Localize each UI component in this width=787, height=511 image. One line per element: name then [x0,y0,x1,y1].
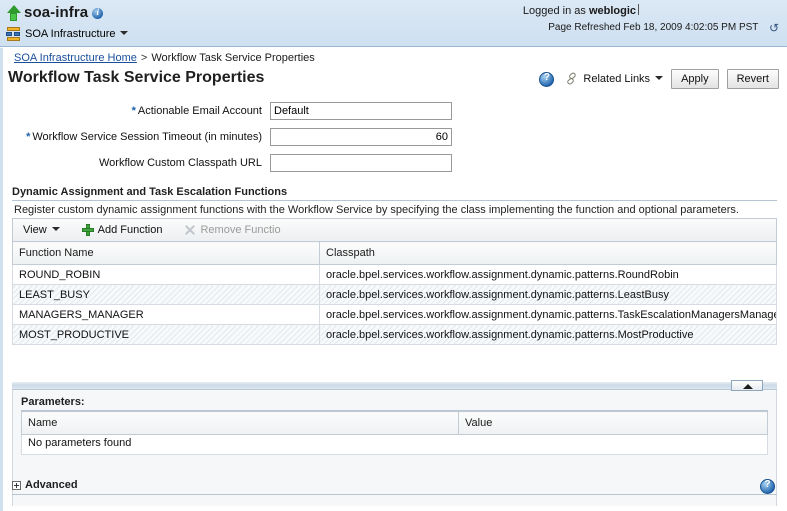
remove-function-button: Remove Functio [184,224,280,236]
plus-icon [81,224,94,236]
table-row[interactable]: MOST_PRODUCTIVE oracle.bpel.services.wor… [12,324,777,345]
advanced-divider [12,494,777,495]
top-banner: soa-infra SOA Infrastructure Logged in a… [0,0,787,47]
breadcrumb-separator: > [140,52,148,64]
apply-button[interactable]: Apply [671,69,719,89]
dynamic-assignment-section: Dynamic Assignment and Task Escalation F… [0,186,787,345]
parameters-table-wrapper: Name Value No parameters found [21,411,768,455]
soa-infrastructure-menu[interactable]: SOA Infrastructure [6,24,129,43]
cell-function-name: LEAST_BUSY [12,284,320,305]
label-text: Actionable Email Account [137,104,262,117]
app-title: soa-infra [24,4,89,21]
parameters-table: Name Value No parameters found [21,411,768,455]
breadcrumb-home-link[interactable]: SOA Infrastructure Home [14,52,137,64]
functions-table-wrapper: Function Name Classpath ROUND_ROBIN orac… [12,241,777,345]
session-timeout-input[interactable] [270,127,452,146]
column-header-classpath[interactable]: Classpath [319,241,777,265]
breadcrumb-current: Workflow Task Service Properties [151,52,315,64]
column-header-value[interactable]: Value [458,411,768,435]
properties-form: *Actionable Email Account *Workflow Serv… [0,99,787,174]
page-root: soa-infra SOA Infrastructure Logged in a… [0,0,787,511]
form-row-session-timeout: * Workflow Service Session Timeout (in mi… [8,125,787,148]
collapse-panel-handle[interactable] [731,380,763,391]
form-row-actionable-email-account: * Actionable Email Account [8,99,787,122]
related-links-label: Related Links [583,73,651,85]
cell-classpath: oracle.bpel.services.workflow.assignment… [319,324,777,345]
cell-classpath: oracle.bpel.services.workflow.assignment… [319,264,777,285]
page-refreshed-text: Page Refreshed Feb 18, 2009 4:02:05 PM P… [548,22,759,33]
panel-splitter[interactable] [12,380,777,391]
link-chain-icon [564,70,582,88]
cell-classpath: oracle.bpel.services.workflow.assignment… [319,284,777,305]
cell-function-name: ROUND_ROBIN [12,264,320,285]
logged-in-username: weblogic [588,5,636,17]
help-icon[interactable] [760,479,775,494]
breadcrumb: SOA Infrastructure Home > Workflow Task Se… [0,47,787,67]
section-heading: Dynamic Assignment and Task Escalation F… [12,186,777,201]
required-marker: * [131,104,136,117]
green-up-arrow-icon [6,4,21,21]
soa-infrastructure-icon [6,26,21,41]
advanced-section: Advanced [12,479,777,499]
parameters-empty-message: No parameters found [21,434,768,455]
section-description: Register custom dynamic assignment funct… [14,204,739,216]
related-links-menu[interactable]: Related Links [564,70,664,88]
cell-function-name: MANAGERS_MANAGER [12,304,320,325]
advanced-toggle[interactable]: Advanced [12,479,777,491]
form-row-custom-classpath-url: Workflow Custom Classpath URL [8,151,787,174]
table-row[interactable]: LEAST_BUSY oracle.bpel.services.workflow… [12,284,777,305]
expand-plus-icon [12,480,21,490]
add-function-label: Add Function [97,224,163,236]
required-marker: * [26,130,31,143]
info-icon[interactable] [92,7,104,19]
table-row[interactable]: ROUND_ROBIN oracle.bpel.services.workflo… [12,264,777,285]
revert-button[interactable]: Revert [726,69,779,89]
banner-left-group: soa-infra SOA Infrastructure [6,2,129,43]
column-header-function-name[interactable]: Function Name [12,241,320,265]
help-icon[interactable] [539,71,555,87]
left-edge-strip [0,48,3,511]
label-session-timeout: * Workflow Service Session Timeout (in mi… [8,131,270,143]
parameters-table-header-row: Name Value [21,411,768,435]
cell-classpath: oracle.bpel.services.workflow.assignment… [319,304,777,325]
view-menu-label: View [23,224,47,236]
logged-in-prefix: Logged in as [522,5,586,17]
functions-table: Function Name Classpath ROUND_ROBIN orac… [12,241,777,345]
text-cursor [638,4,639,15]
remove-x-icon [184,224,196,236]
chevron-down-icon [51,227,60,231]
logged-in-status: Logged in as weblogic [523,2,779,20]
chevron-down-icon [120,30,129,35]
column-header-name[interactable]: Name [21,411,459,435]
label-text: Workflow Service Session Timeout (in min… [32,130,262,143]
panel-gap [0,345,787,381]
advanced-label: Advanced [25,479,78,491]
chevron-down-icon [655,76,664,80]
functions-table-toolbar: View Add Function Remove Functio [12,218,777,241]
parameters-empty-row: No parameters found [21,434,768,455]
footer-help [760,479,775,497]
parameters-title: Parameters: [21,396,768,411]
app-identity-row: soa-infra [6,2,128,23]
soa-infrastructure-menu-label: SOA Infrastructure [25,27,116,40]
cell-function-name: MOST_PRODUCTIVE [12,324,320,345]
label-actionable-email-account: * Actionable Email Account [8,105,270,117]
actionable-email-account-input[interactable] [270,101,452,120]
functions-table-header-row: Function Name Classpath [12,241,777,265]
refresh-icon[interactable]: ↺ [766,22,779,34]
view-menu[interactable]: View [23,224,60,236]
custom-classpath-url-input[interactable] [270,153,452,172]
page-titlebar: Workflow Task Service Properties Related… [0,67,787,97]
add-function-button[interactable]: Add Function [81,224,163,236]
label-custom-classpath-url: Workflow Custom Classpath URL [8,157,270,169]
banner-right-group: Logged in as weblogic Page Refreshed Feb… [523,2,779,36]
remove-function-label: Remove Functio [200,224,281,236]
table-row[interactable]: MANAGERS_MANAGER oracle.bpel.services.wo… [12,304,777,325]
page-actions: Related Links Apply Revert [539,69,779,89]
label-text: Workflow Custom Classpath URL [98,156,262,169]
page-refreshed-status: Page Refreshed Feb 18, 2009 4:02:05 PM P… [523,20,779,36]
